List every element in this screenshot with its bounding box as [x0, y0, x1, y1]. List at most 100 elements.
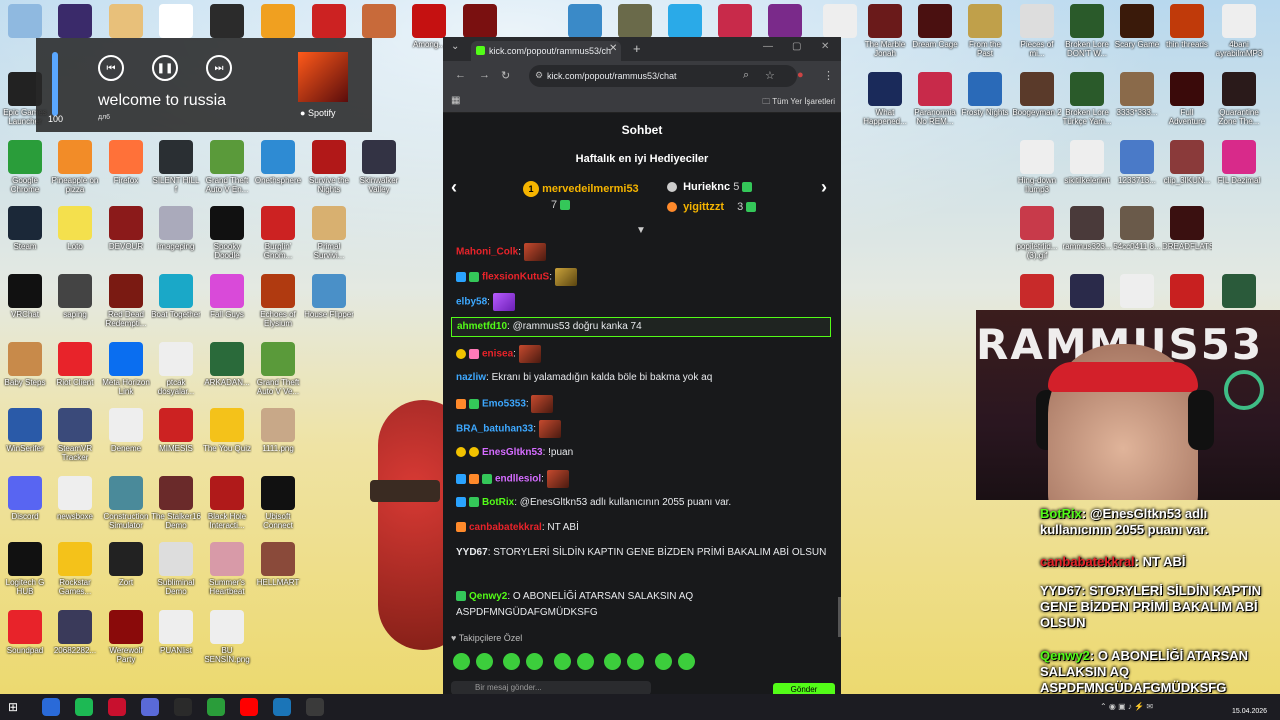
desktop-icon[interactable]: The Marble Jonah — [860, 4, 910, 70]
desktop-icon[interactable]: 54cc0411 8... — [1112, 206, 1162, 272]
desktop-icon[interactable]: Rockstar Games... — [50, 542, 100, 608]
desktop-icon[interactable]: Quarantine Zone The... — [1214, 72, 1264, 138]
url-field[interactable]: ⚙ kick.com/popout/rammus53/chat — [529, 65, 797, 87]
desktop-icon[interactable]: newsboxe — [50, 476, 100, 542]
wordpad-icon[interactable] — [42, 698, 60, 716]
desktop-icon[interactable]: Riot Client — [50, 342, 100, 408]
desktop-icon[interactable]: Loto — [50, 206, 100, 272]
desktop-icon[interactable]: Boat Together — [151, 274, 201, 340]
clock[interactable]: 15.04.2026 — [1232, 698, 1267, 716]
desktop-icon[interactable]: Deneme — [101, 408, 151, 474]
new-tab-button[interactable]: + — [633, 41, 641, 56]
emote-icon[interactable] — [654, 653, 672, 670]
desktop-icon[interactable]: Red Dead Redempti... — [101, 274, 151, 340]
desktop-icon[interactable]: Google Chrome — [0, 140, 50, 206]
desktop-icon[interactable]: clip_3IKUN... — [1162, 140, 1212, 206]
chat-username[interactable]: endllesiol — [495, 474, 541, 485]
gifters-prev-arrow-icon[interactable]: ‹ — [451, 177, 457, 198]
desktop-icon[interactable]: Pineapple on pizza — [50, 140, 100, 206]
desktop-icon[interactable]: The Stalker16 Demo — [151, 476, 201, 542]
desktop-icon[interactable]: DREADFLATS — [1162, 206, 1212, 272]
volume-slider[interactable] — [52, 52, 58, 116]
reload-icon[interactable]: ↻ — [501, 69, 510, 82]
chat-username[interactable]: Mahoni_Colk — [456, 247, 518, 258]
desktop-icon[interactable]: Full Adventure — [1162, 72, 1212, 138]
minimize-button[interactable]: — — [763, 41, 773, 52]
desktop-icon[interactable]: ARKADAN... — [202, 342, 252, 408]
emote-icon[interactable] — [453, 653, 470, 670]
close-window-button[interactable]: ✕ — [821, 41, 829, 52]
windows-start-icon[interactable]: ⊞ — [8, 700, 18, 714]
desktop-icon[interactable]: From the Past — [960, 4, 1010, 70]
menu-icon[interactable]: ⋮ — [823, 69, 834, 82]
desktop-icon[interactable]: Soundpad — [0, 610, 50, 676]
emote-icon[interactable] — [677, 653, 695, 670]
desktop-icon[interactable]: Summer's Heartbeat — [202, 542, 252, 608]
desktop-icon[interactable]: Boogeyman 2 — [1012, 72, 1062, 138]
zoom-icon[interactable]: ⌕ — [743, 69, 749, 82]
emote-icon[interactable] — [553, 653, 571, 670]
desktop-icon[interactable]: Werewolf Party — [101, 610, 151, 676]
desktop-icon[interactable]: 1233713... — [1112, 140, 1162, 206]
extension-icon[interactable]: ● — [797, 69, 804, 81]
desktop-icon[interactable]: Hing-down Ilump3 — [1012, 140, 1062, 206]
chat-username[interactable]: nazliw — [456, 372, 486, 383]
apps-grid-icon[interactable]: ▦ — [451, 95, 460, 106]
tab-kick-chat[interactable]: kick.com/popout/rammus53/ch — [471, 41, 621, 61]
desktop-icon[interactable]: Scary Game — [1112, 4, 1162, 70]
chat-username[interactable]: enisea — [482, 349, 513, 360]
app2-icon[interactable] — [306, 698, 324, 716]
desktop-icon[interactable]: WinSerifer — [0, 408, 50, 474]
desktop-icon[interactable]: Baby Steps — [0, 342, 50, 408]
desktop-icon[interactable]: SILENT HILL f — [151, 140, 201, 206]
desktop-icon[interactable]: Spooky Doodle — [202, 206, 252, 272]
pause-button[interactable]: ❚❚ — [152, 55, 178, 81]
system-tray[interactable]: ⌃ ◉ ▣ ♪ ⚡ ✉ — [1100, 702, 1153, 711]
desktop-icon[interactable]: imageping — [151, 206, 201, 272]
voicemeeter-icon[interactable] — [108, 698, 126, 716]
chat-username[interactable]: ahmetfd10 — [457, 321, 507, 332]
desktop-icon[interactable]: 1111.png — [253, 408, 303, 474]
chat-username[interactable]: canbabatekkral — [469, 522, 542, 533]
desktop-icon[interactable]: FIL Dezimal — [1214, 140, 1264, 206]
next-track-button[interactable]: ⏭ — [206, 55, 232, 81]
desktop-icon[interactable]: Meta Horizon Link — [101, 342, 151, 408]
bookmark-star-icon[interactable]: ☆ — [765, 69, 775, 82]
desktop-icon[interactable]: Ubisoft Connect — [253, 476, 303, 542]
desktop-icon[interactable]: Primal Survivi... — [304, 206, 354, 272]
desktop-icon[interactable]: Steam — [0, 206, 50, 272]
desktop-icon[interactable]: saping — [50, 274, 100, 340]
emote-icon[interactable] — [526, 653, 544, 670]
steam-icon[interactable] — [273, 698, 291, 716]
desktop-icon[interactable]: Construction Simulator — [101, 476, 151, 542]
desktop-icon[interactable]: Skinwalker Valley — [354, 140, 404, 206]
chat-username[interactable]: EnesGltkn53 — [482, 447, 543, 458]
all-bookmarks-folder[interactable]: 🗀 Tüm Yer İşaretleri — [762, 96, 835, 110]
desktop-icon[interactable]: Paranormia No REM... — [910, 72, 960, 138]
chat-username[interactable]: flexsionKutuS — [482, 272, 549, 283]
close-tab-icon[interactable]: ✕ — [609, 43, 617, 54]
forward-icon[interactable]: → — [479, 69, 490, 81]
send-button[interactable]: Gönder — [773, 683, 835, 694]
desktop-icon[interactable]: Broken Lore DON'T W... — [1062, 4, 1112, 70]
desktop-icon[interactable]: Burglin' Gnom... — [253, 206, 303, 272]
back-icon[interactable]: ← — [455, 69, 466, 81]
chat-username[interactable]: Emo5353 — [482, 399, 526, 410]
chat-username[interactable]: Qenwy2 — [469, 591, 507, 602]
desktop-icon[interactable]: VRChat — [0, 274, 50, 340]
desktop-icon[interactable]: Broken Lore Türkçe Yam... — [1062, 72, 1112, 138]
desktop-icon[interactable]: Logitech G HUB — [0, 542, 50, 608]
tab-search-icon[interactable]: ⌄ — [451, 41, 459, 52]
emote-icon[interactable] — [576, 653, 594, 670]
desktop-icon[interactable]: Subliminal Demo — [151, 542, 201, 608]
desktop-icon[interactable]: Zort — [101, 542, 151, 608]
desktop-icon[interactable]: Pieces of mi... — [1012, 4, 1062, 70]
desktop-icon[interactable]: Survive the Nights — [304, 140, 354, 206]
desktop-icon[interactable]: The You Quiz — [202, 408, 252, 474]
desktop-icon[interactable]: 4bani ayrabilmMP3 — [1214, 4, 1264, 70]
desktop-icon[interactable]: BU SENSİN.png — [202, 610, 252, 676]
desktop-icon[interactable]: MIMESIS — [151, 408, 201, 474]
emote-icon[interactable] — [476, 653, 493, 670]
desktop-icon[interactable]: SteamVR Tracker — [50, 408, 100, 474]
gifters-next-arrow-icon[interactable]: › — [821, 177, 827, 198]
